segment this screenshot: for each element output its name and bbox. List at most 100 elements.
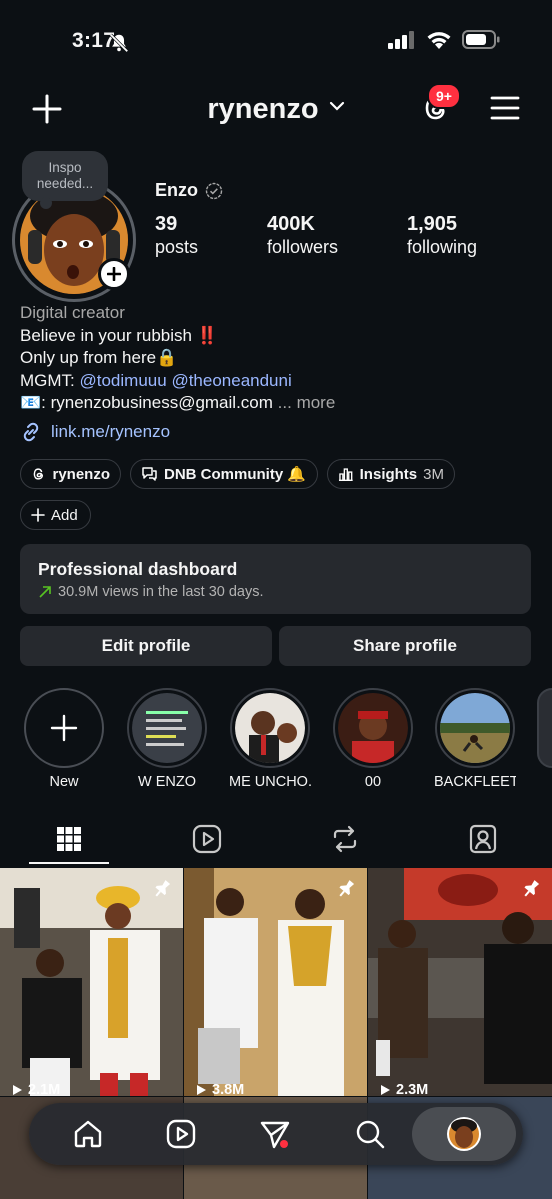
grid-post[interactable]: 3.8M: [184, 868, 367, 1096]
verified-badge-icon: [205, 182, 223, 199]
insights-chip[interactable]: Insights 3M: [327, 459, 455, 489]
mention-link[interactable]: @todimuuu: [80, 371, 167, 390]
signal-icon: [388, 30, 414, 49]
play-icon: [13, 1085, 22, 1095]
highlight-new[interactable]: New: [23, 688, 105, 790]
active-tab-indicator: [29, 862, 109, 864]
views-value: 3.8M: [212, 1082, 245, 1096]
hamburger-menu-icon[interactable]: [490, 95, 520, 121]
plus-icon: [50, 714, 78, 742]
edit-profile-button[interactable]: Edit profile: [20, 626, 272, 666]
add-chip[interactable]: Add: [20, 500, 91, 530]
highlight-item-partial[interactable]: [537, 688, 552, 768]
stat-label: followers: [267, 237, 339, 257]
insights-count: 3M: [423, 465, 444, 483]
highlight-label: 00: [364, 774, 382, 790]
post-thumbnail: [368, 868, 552, 1096]
highlight-item[interactable]: 00: [332, 688, 414, 790]
stat-posts[interactable]: 39 posts: [155, 213, 198, 259]
stat-following[interactable]: 1,905 following: [407, 213, 477, 259]
highlight-item[interactable]: ME UNCHO...: [229, 688, 311, 790]
highlight-label: ME UNCHO...: [229, 774, 311, 790]
mute-bell-icon: [109, 33, 129, 53]
post-thumbnail: [184, 868, 367, 1096]
threads-chip[interactable]: rynenzo: [20, 459, 121, 489]
views-count: 2.3M: [378, 1082, 428, 1096]
bio-line: Only up from here🔒: [20, 348, 178, 368]
highlight-cover: [132, 693, 202, 763]
mention-link[interactable]: @theoneanduni: [171, 371, 291, 390]
reposts-tab-icon[interactable]: [329, 823, 361, 855]
reels-tab-icon[interactable]: [191, 823, 223, 855]
direct-messages-icon[interactable]: [259, 1118, 291, 1150]
display-name: Enzo: [155, 180, 198, 200]
play-icon: [197, 1085, 206, 1095]
views-value: 2.3M: [396, 1082, 429, 1096]
highlight-cover: [235, 693, 305, 763]
community-chip[interactable]: DNB Community 🔔: [130, 459, 318, 489]
stat-followers[interactable]: 400K followers: [267, 213, 338, 259]
home-icon[interactable]: [72, 1118, 104, 1150]
bio-link-text: link.me/rynenzo: [51, 422, 171, 441]
bar-chart-icon: [338, 468, 353, 482]
reels-icon[interactable]: [165, 1118, 197, 1150]
stat-value: 39: [155, 213, 178, 235]
notification-badge: 9+: [427, 83, 461, 109]
battery-icon: [462, 30, 500, 49]
bio: Digital creator Believe in your rubbish …: [20, 302, 540, 415]
highlight-item[interactable]: BACKFLEET: [434, 688, 516, 790]
highlight-label: W ENZO: [138, 774, 196, 790]
pin-icon: [155, 880, 171, 897]
header-username: rynenzo: [207, 93, 319, 125]
tagged-tab-icon[interactable]: [467, 823, 499, 855]
grid-tab-icon[interactable]: [53, 823, 85, 855]
stat-value: 1,905: [407, 213, 458, 235]
pin-icon: [339, 880, 355, 897]
bio-link[interactable]: link.me/rynenzo: [20, 421, 170, 443]
grid-post[interactable]: 2.3M: [368, 868, 552, 1096]
plus-icon: [31, 508, 45, 522]
plus-icon: [107, 267, 121, 281]
views-count: 3.8M: [194, 1082, 244, 1096]
trending-up-icon: [39, 586, 51, 598]
stat-value: 400K: [267, 213, 315, 235]
bio-email-line: 📧: rynenzobusiness@gmail.com ... more: [20, 392, 540, 415]
dashboard-subtitle-row: 30.9M views in the last 30 days.: [38, 584, 513, 600]
stat-label: posts: [155, 237, 199, 257]
bio-email: 📧: rynenzobusiness@gmail.com: [20, 393, 273, 413]
highlight-label: BACKFLEET: [434, 774, 516, 790]
bio-line: Believe in your rubbish ‼️: [20, 325, 218, 345]
bio-more-button[interactable]: more: [297, 393, 336, 412]
chip-label: rynenzo: [52, 465, 110, 483]
bio-category: Digital creator: [20, 303, 125, 322]
dashboard-subtitle: 30.9M views in the last 30 days.: [58, 584, 264, 600]
username-button[interactable]: rynenzo: [207, 93, 344, 125]
search-icon[interactable]: [354, 1118, 386, 1150]
highlight-cover: [338, 693, 408, 763]
highlight-label: New: [49, 774, 79, 790]
chip-label: Add: [51, 506, 78, 524]
chip-label: DNB Community 🔔: [164, 466, 307, 483]
professional-dashboard[interactable]: Professional dashboard 30.9M views in th…: [20, 544, 531, 614]
play-icon: [381, 1085, 390, 1095]
post-thumbnail: [0, 868, 183, 1096]
profile-nav-avatar[interactable]: [446, 1116, 482, 1152]
bio-ellipsis: ...: [272, 393, 292, 413]
wifi-icon: [427, 32, 451, 49]
threads-icon: [33, 468, 43, 480]
create-plus-icon[interactable]: [30, 92, 64, 126]
chevron-down-icon: [329, 101, 344, 111]
bio-mgmt-prefix: MGMT:: [20, 370, 80, 390]
views-value: 2.1M: [28, 1082, 61, 1096]
profile-note[interactable]: Inspo needed...: [22, 151, 108, 209]
stat-label: following: [407, 237, 478, 257]
pin-icon: [524, 880, 540, 897]
account-switcher: rynenzo: [0, 93, 552, 126]
status-icons: [109, 30, 500, 53]
add-story-button[interactable]: [98, 258, 130, 290]
display-name-row: Enzo: [155, 180, 223, 201]
share-profile-button[interactable]: Share profile: [279, 626, 531, 666]
grid-post[interactable]: 2.1M: [0, 868, 183, 1096]
highlight-item[interactable]: W ENZO: [126, 688, 208, 790]
views-count: 2.1M: [10, 1082, 60, 1096]
